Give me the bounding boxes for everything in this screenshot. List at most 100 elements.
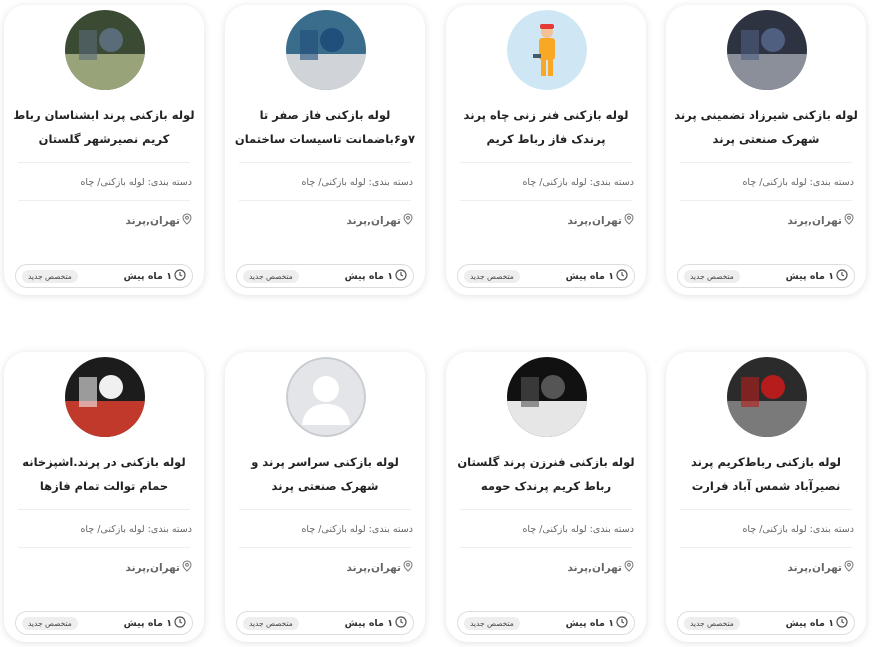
location: تهران,پرند [347, 560, 413, 575]
clock-icon [174, 268, 186, 284]
divider [18, 509, 190, 510]
divider [18, 547, 190, 548]
card-footer: ۱ ماه پیش متخصص جدید [236, 264, 414, 288]
photo-avatar [286, 10, 366, 90]
expert-card[interactable]: لوله بازکنی فنرزن پرند گلستان رباط کریم … [446, 352, 646, 642]
new-expert-badge: متخصص جدید [684, 269, 740, 283]
photo-avatar [65, 357, 145, 437]
category-label: دسته بندی: لوله بازکنی/ چاه [522, 524, 634, 535]
expert-card[interactable]: لوله بازکنی سراسر پرند و شهرک صنعتی پرند… [225, 352, 425, 642]
clock-icon [836, 615, 848, 631]
posted-time-text: ۱ ماه پیش [344, 270, 393, 282]
location-pin-icon [403, 213, 413, 228]
location-text: تهران,پرند [346, 561, 401, 574]
posted-time-text: ۱ ماه پیش [565, 270, 614, 282]
expert-card[interactable]: لوله بازکنی فاز صفر تا ۷و۶باضمانت تاسیسا… [225, 5, 425, 295]
expert-card[interactable]: لوله بازکنی شیرزاد تضمینی پرند شهرک صنعت… [666, 5, 866, 295]
clock-icon [836, 268, 848, 284]
divider [18, 162, 190, 163]
clock-icon [616, 268, 628, 284]
card-footer: ۱ ماه پیش متخصص جدید [677, 611, 855, 635]
posted-time: ۱ ماه پیش [344, 268, 407, 284]
category-label: دسته بندی: لوله بازکنی/ چاه [742, 177, 854, 188]
divider [460, 200, 632, 201]
location-pin-icon [844, 560, 854, 575]
posted-time-text: ۱ ماه پیش [565, 617, 614, 629]
divider [460, 509, 632, 510]
location-pin-icon [624, 560, 634, 575]
posted-time-text: ۱ ماه پیش [785, 270, 834, 282]
location: تهران,پرند [126, 560, 192, 575]
divider [239, 547, 411, 548]
new-expert-badge: متخصص جدید [243, 616, 299, 630]
category-label: دسته بندی: لوله بازکنی/ چاه [742, 524, 854, 535]
card-footer: ۱ ماه پیش متخصص جدید [457, 264, 635, 288]
clock-icon [395, 268, 407, 284]
card-title[interactable]: لوله بازکنی فنر زنی چاه پرند پرندک فاز ر… [452, 103, 640, 151]
expert-card[interactable]: لوله بازکنی رباط‌کریم پرند نصیرآباد شمس … [666, 352, 866, 642]
new-expert-badge: متخصص جدید [22, 616, 78, 630]
category-label: دسته بندی: لوله بازکنی/ چاه [522, 177, 634, 188]
default-user-avatar [286, 357, 366, 437]
expert-cards-grid: لوله بازکنی شیرزاد تضمینی پرند شهرک صنعت… [0, 0, 872, 647]
category-label: دسته بندی: لوله بازکنی/ چاه [301, 524, 413, 535]
card-title[interactable]: لوله بازکنی در پرند.اشپزخانه حمام توالت … [10, 450, 198, 498]
location-text: تهران,پرند [787, 214, 842, 227]
divider [680, 162, 852, 163]
card-title[interactable]: لوله بازکنی سراسر پرند و شهرک صنعتی پرند [231, 450, 419, 498]
location: تهران,پرند [347, 213, 413, 228]
photo-avatar [507, 357, 587, 437]
divider [680, 200, 852, 201]
location-pin-icon [844, 213, 854, 228]
card-footer: ۱ ماه پیش متخصص جدید [15, 264, 193, 288]
location-text: تهران,پرند [346, 214, 401, 227]
clock-icon [395, 615, 407, 631]
location-text: تهران,پرند [787, 561, 842, 574]
divider [460, 547, 632, 548]
divider [680, 547, 852, 548]
card-title[interactable]: لوله بازکنی فاز صفر تا ۷و۶باضمانت تاسیسا… [231, 103, 419, 151]
new-expert-badge: متخصص جدید [464, 616, 520, 630]
location-pin-icon [182, 560, 192, 575]
divider [18, 200, 190, 201]
posted-time: ۱ ماه پیش [785, 615, 848, 631]
posted-time: ۱ ماه پیش [123, 615, 186, 631]
location-text: تهران,پرند [567, 561, 622, 574]
location-text: تهران,پرند [125, 214, 180, 227]
category-label: دسته بندی: لوله بازکنی/ چاه [80, 524, 192, 535]
card-title[interactable]: لوله بازکنی پرند ابشناسان رباط کریم نصیر… [10, 103, 198, 151]
posted-time-text: ۱ ماه پیش [344, 617, 393, 629]
photo-avatar [727, 10, 807, 90]
posted-time-text: ۱ ماه پیش [785, 617, 834, 629]
location-text: تهران,پرند [567, 214, 622, 227]
card-title[interactable]: لوله بازکنی رباط‌کریم پرند نصیرآباد شمس … [672, 450, 860, 498]
posted-time: ۱ ماه پیش [344, 615, 407, 631]
divider [460, 162, 632, 163]
new-expert-badge: متخصص جدید [684, 616, 740, 630]
expert-card[interactable]: لوله بازکنی فنر زنی چاه پرند پرندک فاز ر… [446, 5, 646, 295]
card-footer: ۱ ماه پیش متخصص جدید [236, 611, 414, 635]
plumber-avatar [507, 10, 587, 90]
posted-time-text: ۱ ماه پیش [123, 617, 172, 629]
card-title[interactable]: لوله بازکنی فنرزن پرند گلستان رباط کریم … [452, 450, 640, 498]
expert-card[interactable]: لوله بازکنی پرند ابشناسان رباط کریم نصیر… [4, 5, 204, 295]
card-footer: ۱ ماه پیش متخصص جدید [15, 611, 193, 635]
location: تهران,پرند [568, 213, 634, 228]
posted-time: ۱ ماه پیش [565, 268, 628, 284]
card-footer: ۱ ماه پیش متخصص جدید [677, 264, 855, 288]
posted-time-text: ۱ ماه پیش [123, 270, 172, 282]
card-footer: ۱ ماه پیش متخصص جدید [457, 611, 635, 635]
location-pin-icon [624, 213, 634, 228]
new-expert-badge: متخصص جدید [22, 269, 78, 283]
location: تهران,پرند [788, 213, 854, 228]
location: تهران,پرند [788, 560, 854, 575]
divider [239, 509, 411, 510]
divider [239, 200, 411, 201]
card-title[interactable]: لوله بازکنی شیرزاد تضمینی پرند شهرک صنعت… [672, 103, 860, 151]
divider [239, 162, 411, 163]
clock-icon [174, 615, 186, 631]
posted-time: ۱ ماه پیش [565, 615, 628, 631]
category-label: دسته بندی: لوله بازکنی/ چاه [301, 177, 413, 188]
location-text: تهران,پرند [125, 561, 180, 574]
expert-card[interactable]: لوله بازکنی در پرند.اشپزخانه حمام توالت … [4, 352, 204, 642]
